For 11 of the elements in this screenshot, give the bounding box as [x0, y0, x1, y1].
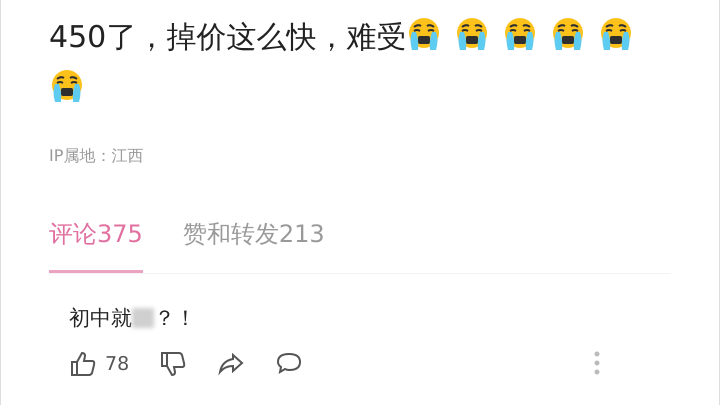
- crying-emoji-icon: [49, 68, 85, 104]
- thumbs-down-icon[interactable]: [159, 350, 188, 378]
- like-count: 78: [105, 353, 130, 375]
- comment-text: 初中就: [69, 305, 132, 332]
- tab[interactable]: 评论375: [49, 217, 143, 273]
- ip-location: IP属地：江西: [49, 146, 144, 167]
- thumbs-up-icon[interactable]: [69, 350, 97, 378]
- share-icon[interactable]: [217, 350, 246, 378]
- post-text: 450了，掉价这么快，难受: [49, 12, 649, 116]
- tab[interactable]: 赞和转发213: [182, 217, 325, 273]
- comment-text: ？！: [154, 305, 196, 332]
